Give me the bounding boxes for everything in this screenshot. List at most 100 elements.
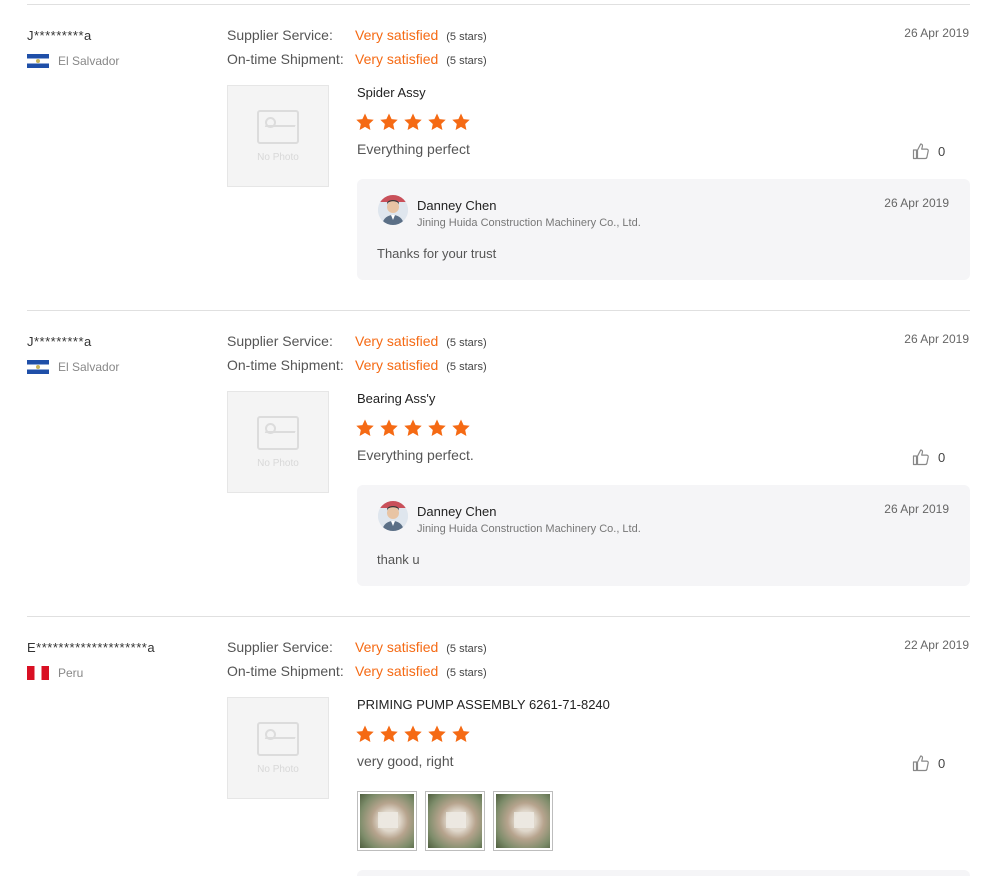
supplier-service-rating: Supplier Service: Very satisfied (5 star… (227, 639, 487, 655)
star-icon (379, 112, 399, 132)
rating-stars-text: (5 stars) (446, 337, 487, 349)
review-date: 26 Apr 2019 (904, 26, 969, 40)
product-thumbnail[interactable]: No Photo (227, 85, 329, 187)
rating-value: Very satisfied (355, 357, 439, 373)
no-photo-text: No Photo (257, 457, 299, 469)
review-photos (357, 791, 561, 851)
rating-label: Supplier Service: (227, 27, 333, 43)
product-name[interactable]: PRIMING PUMP ASSEMBLY 6261-71-8240 (357, 697, 610, 712)
reply-author-name: Danney Chen (417, 198, 497, 213)
review-photo[interactable] (425, 791, 485, 851)
star-icon (355, 724, 375, 744)
product-thumbnail[interactable]: No Photo (227, 697, 329, 799)
star-icon (427, 418, 447, 438)
star-rating (355, 724, 475, 744)
rating-value: Very satisfied (355, 51, 439, 67)
rating-label: Supplier Service: (227, 639, 333, 655)
supplier-service-rating: Supplier Service: Very satisfied (5 star… (227, 27, 487, 43)
star-icon (451, 112, 471, 132)
image-placeholder-icon (257, 415, 299, 450)
supplier-service-rating: Supplier Service: Very satisfied (5 star… (227, 333, 487, 349)
rating-stars-text: (5 stars) (446, 55, 487, 67)
ontime-shipment-rating: On-time Shipment: Very satisfied (5 star… (227, 663, 487, 679)
country-label: El Salvador (58, 360, 120, 374)
rating-label: On-time Shipment: (227, 357, 344, 373)
avatar (378, 195, 408, 225)
star-icon (355, 112, 375, 132)
thumbs-up-icon (912, 142, 930, 160)
rating-stars-text: (5 stars) (446, 361, 487, 373)
thumbs-up-icon (912, 448, 930, 466)
el-salvador-flag-icon (27, 360, 49, 374)
product-name[interactable]: Spider Assy (357, 85, 426, 100)
rating-value: Very satisfied (355, 333, 439, 349)
country-label: Peru (58, 666, 84, 680)
rating-value: Very satisfied (355, 639, 439, 655)
review-photo[interactable] (493, 791, 553, 851)
supplier-reply: Danney Chen Jining Huida Construction Ma… (357, 179, 970, 280)
rating-value: Very satisfied (355, 27, 439, 43)
star-icon (451, 724, 471, 744)
review-divider (27, 616, 970, 617)
review-photo[interactable] (357, 791, 417, 851)
review-text: Everything perfect (357, 141, 470, 157)
image-placeholder-icon (257, 721, 299, 756)
rating-stars-text: (5 stars) (446, 643, 487, 655)
reply-company: Jining Huida Construction Machinery Co.,… (417, 217, 641, 229)
like-count: 0 (938, 755, 946, 771)
reply-company: Jining Huida Construction Machinery Co.,… (417, 523, 641, 535)
buyer-name: E********************a (27, 640, 156, 655)
review-date: 26 Apr 2019 (904, 332, 969, 346)
reply-date: 26 Apr 2019 (884, 502, 949, 516)
rating-stars-text: (5 stars) (446, 667, 487, 679)
country-label: El Salvador (58, 54, 120, 68)
rating-stars-text: (5 stars) (446, 31, 487, 43)
star-icon (379, 724, 399, 744)
avatar (378, 501, 408, 531)
review-text: Everything perfect. (357, 447, 474, 463)
star-icon (427, 112, 447, 132)
review-divider (27, 310, 970, 311)
star-icon (451, 418, 471, 438)
buyer-country: El Salvador (27, 54, 119, 68)
star-icon (427, 724, 447, 744)
reply-text: Thanks for your trust (377, 246, 497, 261)
no-photo-text: No Photo (257, 151, 299, 163)
star-rating (355, 418, 475, 438)
review-divider (27, 4, 970, 5)
star-icon (355, 418, 375, 438)
ontime-shipment-rating: On-time Shipment: Very satisfied (5 star… (227, 357, 487, 373)
buyer-name: J*********a (27, 28, 92, 43)
rating-label: On-time Shipment: (227, 663, 344, 679)
like-button[interactable]: 0 (912, 754, 945, 772)
buyer-country: El Salvador (27, 360, 119, 374)
review-text: very good, right (357, 753, 454, 769)
like-button[interactable]: 0 (912, 448, 945, 466)
el-salvador-flag-icon (27, 54, 49, 68)
no-photo-text: No Photo (257, 763, 299, 775)
reply-author-name: Danney Chen (417, 504, 497, 519)
reply-date: 26 Apr 2019 (884, 196, 949, 210)
reply-text: thank u (377, 552, 420, 567)
rating-label: Supplier Service: (227, 333, 333, 349)
rating-value: Very satisfied (355, 663, 439, 679)
review-date: 22 Apr 2019 (904, 638, 969, 652)
star-icon (403, 112, 423, 132)
rating-label: On-time Shipment: (227, 51, 344, 67)
product-thumbnail[interactable]: No Photo (227, 391, 329, 493)
supplier-reply (357, 870, 970, 876)
supplier-reply: Danney Chen Jining Huida Construction Ma… (357, 485, 970, 586)
peru-flag-icon (27, 666, 49, 680)
buyer-name: J*********a (27, 334, 92, 349)
star-icon (379, 418, 399, 438)
product-name[interactable]: Bearing Ass'y (357, 391, 435, 406)
buyer-country: Peru (27, 666, 83, 680)
image-placeholder-icon (257, 109, 299, 144)
thumbs-up-icon (912, 754, 930, 772)
star-icon (403, 418, 423, 438)
like-count: 0 (938, 449, 946, 465)
like-button[interactable]: 0 (912, 142, 945, 160)
like-count: 0 (938, 143, 946, 159)
star-icon (403, 724, 423, 744)
star-rating (355, 112, 475, 132)
